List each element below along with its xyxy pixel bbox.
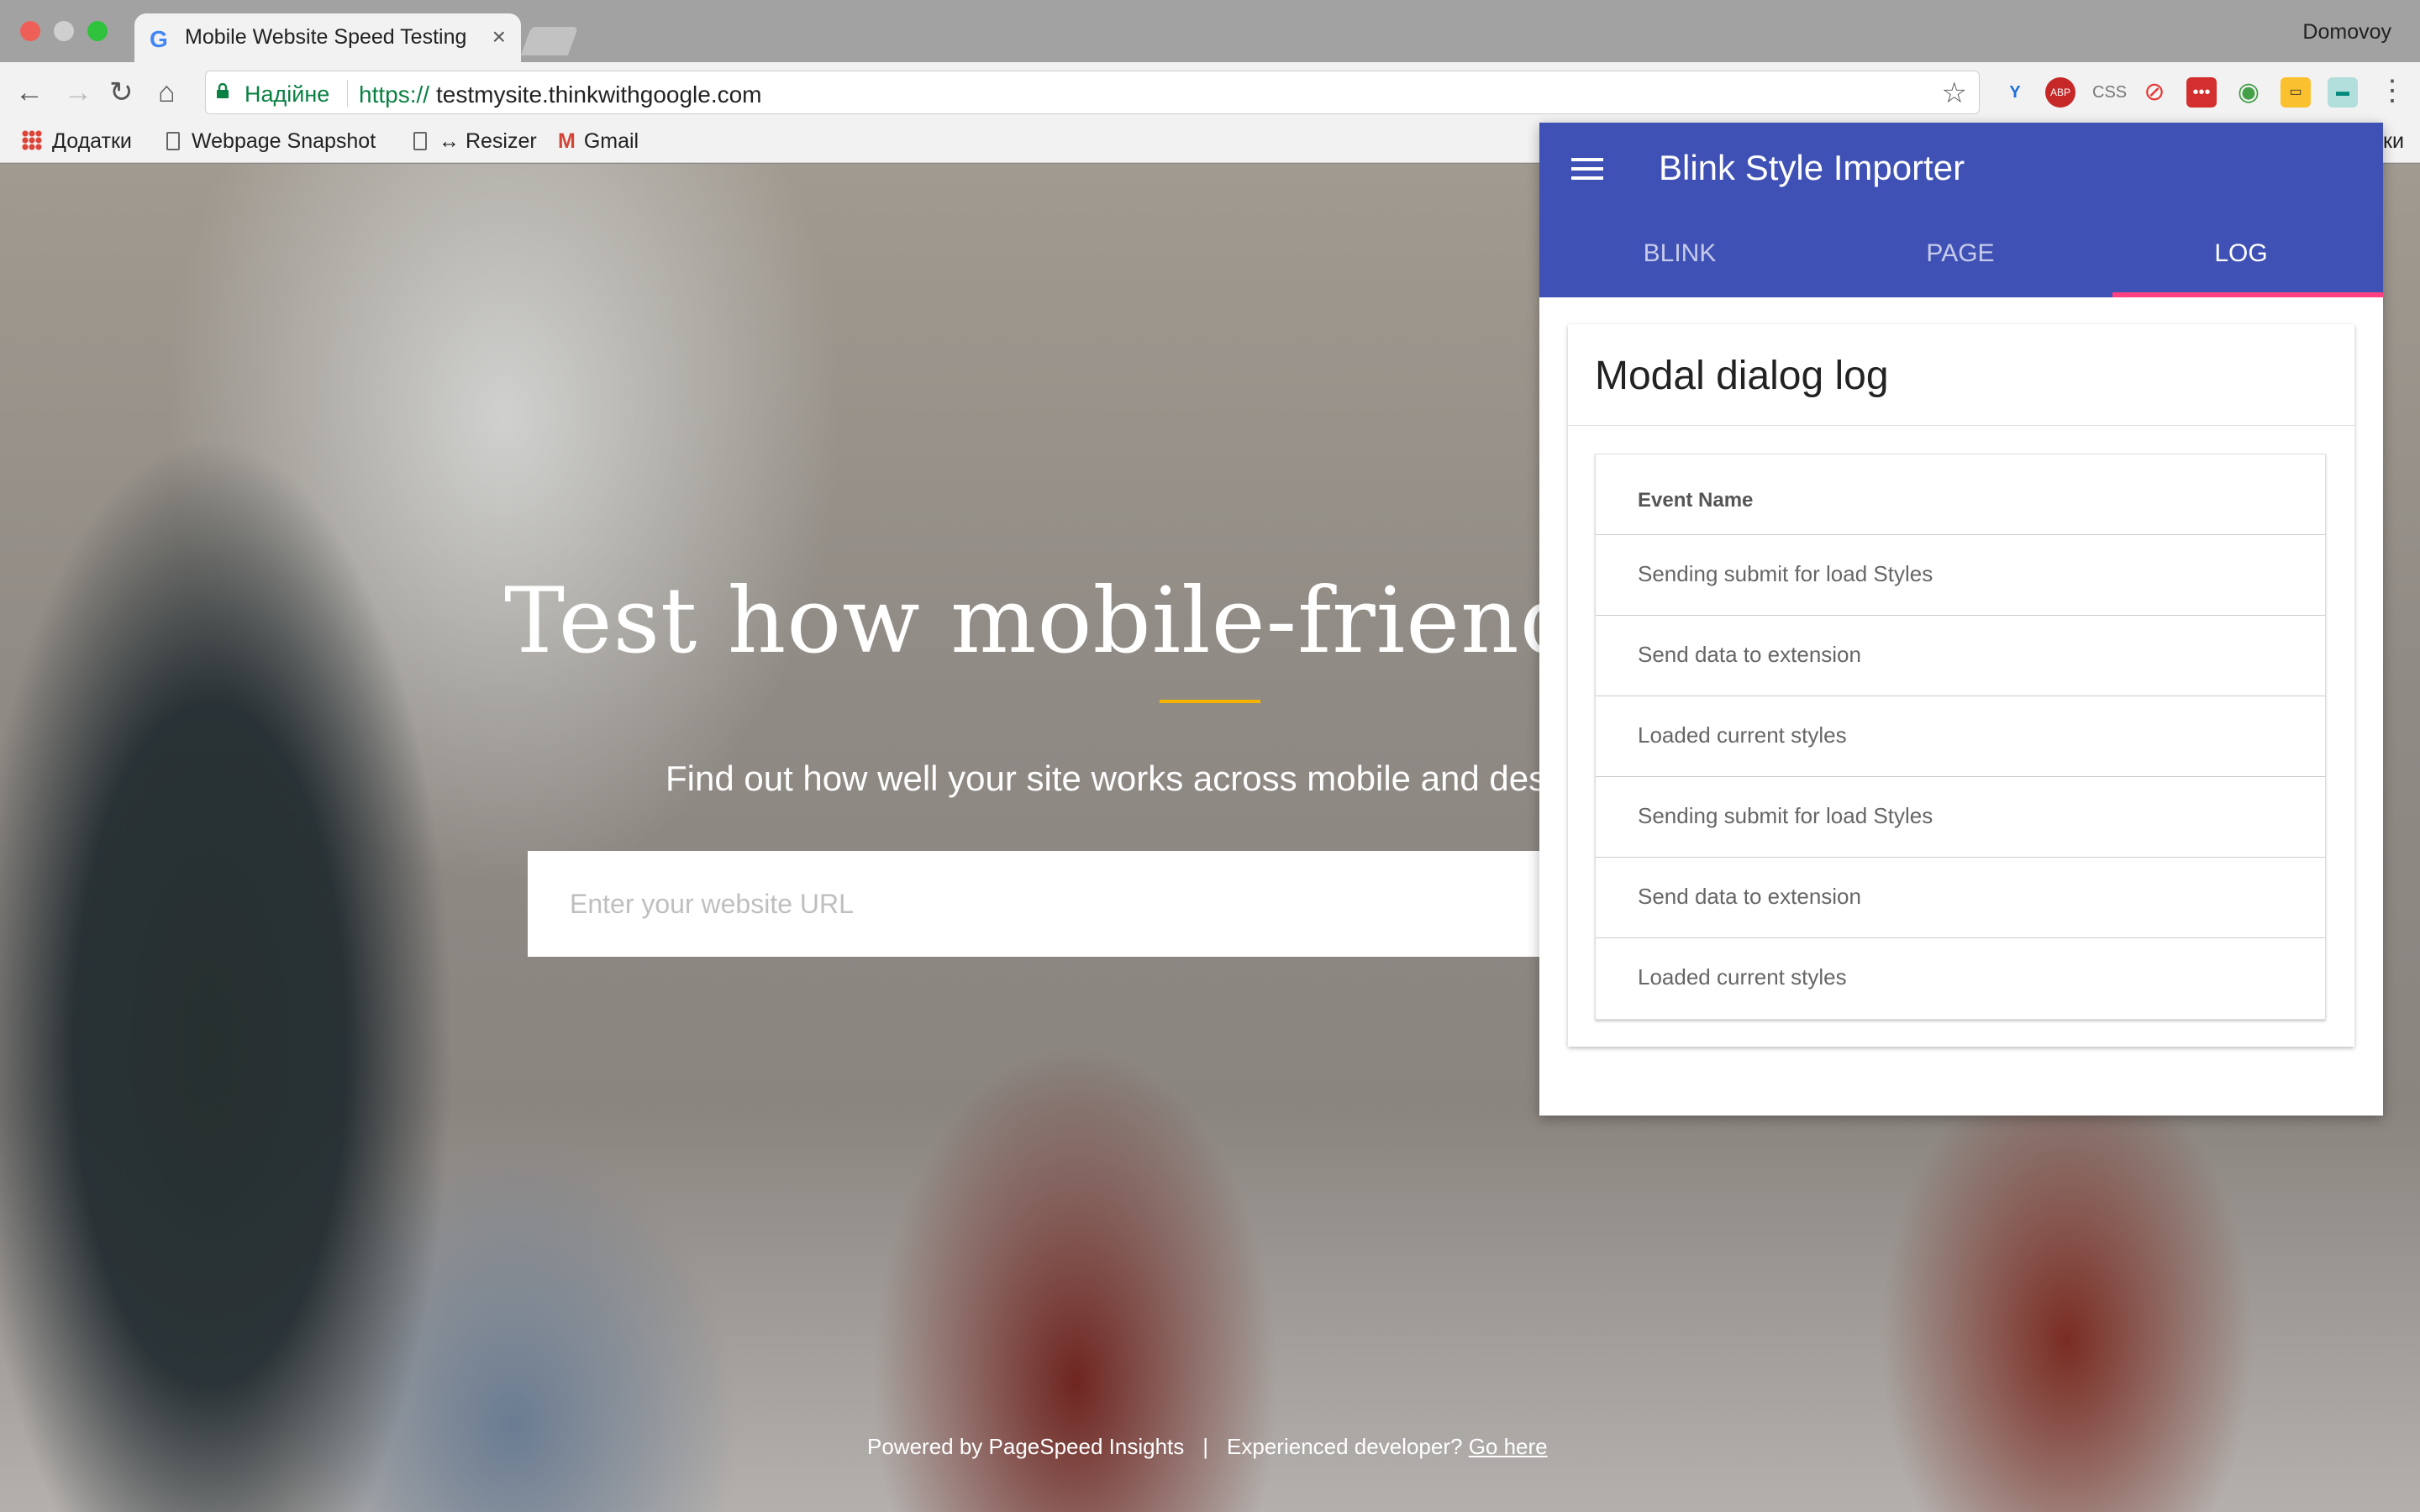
window-titlebar: G Mobile Website Speed Testing Tool × Do… (0, 0, 2420, 62)
column-header-event-name: Event Name (1596, 454, 2325, 535)
popup-title: Blink Style Importer (1659, 148, 1965, 187)
home-icon[interactable]: ⌂ (158, 74, 176, 111)
card-divider (1568, 425, 2354, 426)
address-bar[interactable]: Надійне https:// testmysite.thinkwithgoo… (205, 71, 1980, 114)
website-url-input[interactable] (528, 851, 1704, 957)
url-host: testmysite.thinkwithgoogle.com (436, 81, 762, 108)
css-extension-icon[interactable]: CSS (2092, 77, 2127, 108)
bookmark-webpage-snapshot[interactable]: Webpage Snapshot (166, 129, 376, 154)
footer-separator: | (1202, 1434, 1209, 1459)
window-maximize-button[interactable] (87, 21, 108, 41)
bookmark-apps-label: Додатки (52, 129, 132, 153)
tab-log[interactable]: LOG (2101, 227, 2381, 297)
log-table: Event Name Sending submit for load Style… (1595, 454, 2326, 1020)
extension-y-icon[interactable]: Y (2000, 77, 2030, 108)
url-scheme: https:// (359, 81, 430, 108)
extension-dots-icon[interactable]: ••• (2186, 77, 2217, 108)
tab-title: Mobile Website Speed Testing Tool (185, 25, 471, 49)
omnibox-divider (347, 80, 348, 107)
gmail-icon: M (558, 129, 576, 153)
card-title: Modal dialog log (1595, 354, 1889, 398)
tab-page[interactable]: PAGE (1820, 227, 2101, 297)
bookmark-label: ↔ Resizer (439, 129, 537, 153)
back-arrow-icon[interactable]: ← (15, 74, 44, 111)
hero-subtitle: Find out how well your site works across… (666, 759, 1613, 798)
popup-header: Blink Style Importer BLINK PAGE LOG (1539, 123, 2383, 297)
forward-arrow-icon[interactable]: → (64, 74, 92, 111)
bookmark-label: Webpage Snapshot (192, 129, 376, 153)
new-tab-button[interactable] (520, 27, 579, 55)
bookmark-star-icon[interactable]: ☆ (1942, 76, 1967, 110)
lock-icon (217, 83, 229, 98)
page-icon (166, 132, 180, 150)
browser-menu-icon[interactable]: ⋮ (2378, 74, 2407, 108)
apps-grid-icon (22, 130, 42, 150)
reload-icon[interactable]: ↻ (109, 74, 134, 111)
window-close-button[interactable] (20, 21, 40, 41)
log-row: Sending submit for load Styles (1596, 535, 2325, 616)
log-row: Loaded current styles (1638, 964, 1847, 990)
log-card: Modal dialog log Event Name Sending subm… (1568, 324, 2354, 1047)
bookmark-apps[interactable]: Додатки (22, 129, 132, 154)
bookmarks-overflow[interactable]: ки (2383, 129, 2404, 154)
extension-d-icon[interactable]: ◉ (2233, 77, 2264, 108)
hero-accent-rule (1160, 700, 1260, 703)
blink-extension-icon[interactable]: ▬ (2328, 77, 2358, 108)
bookmark-resizer[interactable]: ↔ Resizer (413, 129, 537, 154)
profile-name[interactable]: Domovoy (2302, 20, 2391, 45)
browser-tab-active[interactable]: G Mobile Website Speed Testing Tool × (134, 13, 521, 62)
blink-style-importer-popup: Blink Style Importer BLINK PAGE LOG Moda… (1539, 123, 2383, 1116)
log-row: Send data to extension (1596, 858, 2325, 938)
go-here-link[interactable]: Go here (1469, 1434, 1548, 1459)
extension-circle-icon[interactable]: ⊘ (2139, 77, 2170, 108)
footer-powered: Powered by PageSpeed Insights (867, 1434, 1185, 1459)
adblock-icon[interactable]: ABP (2045, 77, 2075, 108)
browser-toolbar: ← → ↻ ⌂ Надійне https:// testmysite.thin… (0, 62, 2420, 123)
google-favicon-icon: G (150, 26, 168, 52)
bookmark-gmail[interactable]: M Gmail (558, 129, 639, 154)
page-icon (413, 132, 427, 150)
tab-close-icon[interactable]: × (492, 24, 506, 50)
active-tab-indicator (2112, 292, 2383, 297)
tab-blink[interactable]: BLINK (1539, 227, 1820, 297)
log-row: Send data to extension (1596, 616, 2325, 696)
footer-question: Experienced developer? (1227, 1434, 1463, 1459)
log-row: Sending submit for load Styles (1596, 777, 2325, 858)
secure-label: Надійне (245, 81, 330, 107)
log-row: Loaded current styles (1596, 696, 2325, 777)
page-footer: Powered by PageSpeed Insights | Experience… (867, 1434, 1548, 1460)
bookmark-label: Gmail (583, 129, 639, 153)
ruler-icon[interactable]: ▭ (2281, 77, 2311, 108)
hamburger-menu-icon[interactable] (1571, 158, 1603, 183)
window-minimize-button[interactable] (54, 21, 74, 41)
